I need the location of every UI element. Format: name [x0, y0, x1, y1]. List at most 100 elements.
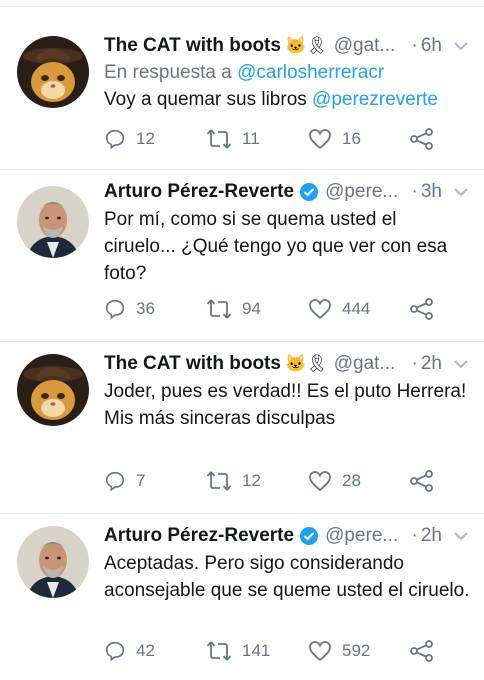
- share-button[interactable]: [410, 470, 484, 492]
- author-name[interactable]: Arturo Pérez-Reverte: [104, 181, 294, 203]
- name-emoji: 🐱🎗: [284, 354, 328, 373]
- retweet-icon: [206, 299, 232, 319]
- reply-icon: [105, 299, 125, 320]
- retweet-count: 12: [242, 471, 261, 490]
- like-count: 28: [342, 471, 361, 490]
- tweet-actions: 7 12 28: [104, 470, 484, 492]
- share-icon: [410, 128, 433, 150]
- reply-count: 7: [136, 471, 146, 490]
- avatar[interactable]: [17, 354, 89, 426]
- verified-badge-icon: [300, 527, 319, 545]
- share-icon: [410, 640, 433, 662]
- retweet-icon: [206, 471, 232, 491]
- reply-icon: [105, 641, 125, 662]
- timestamp[interactable]: 3h: [421, 181, 442, 203]
- retweet-icon: [206, 129, 232, 149]
- share-button[interactable]: [410, 298, 484, 320]
- retweet-count: 11: [242, 129, 260, 148]
- reply-icon: [105, 129, 125, 150]
- author-name[interactable]: The CAT with boots: [104, 35, 281, 57]
- retweet-button[interactable]: 12: [206, 470, 308, 492]
- top-divider: [0, 0, 484, 7]
- mention-link[interactable]: @perezreverte: [312, 89, 438, 110]
- retweet-button[interactable]: 94: [206, 298, 308, 320]
- tweet-4[interactable]: Arturo Pérez-Reverte @pere... · 2h Acept…: [0, 514, 484, 680]
- author-handle[interactable]: @pere...: [325, 181, 408, 203]
- like-button[interactable]: 592: [308, 640, 410, 662]
- retweet-button[interactable]: 141: [206, 640, 308, 662]
- author-handle[interactable]: @gat...: [334, 353, 409, 375]
- retweet-count: 141: [242, 641, 271, 660]
- tweet-header: The CAT with boots 🐱🎗 @gat... · 6h: [104, 32, 470, 60]
- like-button[interactable]: 28: [308, 470, 410, 492]
- heart-icon: [309, 471, 331, 492]
- chevron-down-icon[interactable]: [452, 527, 470, 545]
- separator-dot: ·: [411, 181, 418, 202]
- reply-button[interactable]: 36: [104, 298, 206, 320]
- name-emoji: 🐱🎗: [284, 36, 328, 55]
- tweet-text: Aceptadas. Pero sigo considerando aconse…: [104, 553, 470, 601]
- avatar[interactable]: [17, 526, 89, 598]
- separator-dot: ·: [411, 353, 418, 374]
- heart-icon: [309, 641, 331, 662]
- tweet-text: Voy a quemar sus libros @perezreverte: [104, 86, 470, 113]
- tweet-text-main: Voy a quemar sus libros: [104, 89, 307, 110]
- author-handle[interactable]: @pere...: [325, 525, 408, 547]
- timestamp[interactable]: 2h: [421, 525, 442, 547]
- share-icon: [410, 470, 433, 492]
- tweet-2[interactable]: Arturo Pérez-Reverte @pere... · 3h Por m…: [0, 170, 484, 342]
- like-button[interactable]: 16: [308, 128, 410, 150]
- tweet-content: Arturo Pérez-Reverte @pere... · 2h Acept…: [104, 522, 470, 604]
- tweet-header: The CAT with boots 🐱🎗 @gat... · 2h: [104, 350, 470, 378]
- tweet-1[interactable]: The CAT with boots 🐱🎗 @gat... · 6h En re…: [0, 18, 484, 170]
- chevron-down-icon[interactable]: [452, 183, 470, 201]
- reply-button[interactable]: 7: [104, 470, 206, 492]
- like-count: 16: [342, 129, 361, 148]
- heart-icon: [309, 299, 331, 320]
- tweet-actions: 42 141 592: [104, 640, 484, 662]
- like-button[interactable]: 444: [308, 298, 410, 320]
- verified-badge-icon: [300, 183, 319, 201]
- tweet-header: Arturo Pérez-Reverte @pere... · 3h: [104, 178, 470, 206]
- tweet-text: Por mí, como si se quema usted el ciruel…: [104, 209, 448, 284]
- like-count: 592: [342, 641, 371, 660]
- tweet-text-line-1: Joder, pues es verdad!! Es el puto Herre…: [104, 381, 467, 402]
- reply-prefix: En respuesta a: [104, 62, 232, 83]
- avatar[interactable]: [17, 36, 89, 108]
- share-icon: [410, 298, 433, 320]
- heart-icon: [309, 129, 331, 150]
- reply-count: 42: [136, 641, 155, 660]
- avatar[interactable]: [17, 186, 89, 258]
- reply-count: 36: [136, 299, 155, 318]
- author-handle[interactable]: @gat...: [334, 35, 409, 57]
- tweet-actions: 36 94 444: [104, 298, 484, 320]
- author-name[interactable]: Arturo Pérez-Reverte: [104, 525, 294, 547]
- timestamp[interactable]: 6h: [421, 35, 442, 57]
- tweet-content: The CAT with boots 🐱🎗 @gat... · 6h En re…: [104, 32, 470, 113]
- tweet-text-line-2: Mis más sinceras disculpas: [104, 408, 336, 429]
- author-name[interactable]: The CAT with boots: [104, 353, 281, 375]
- retweet-button[interactable]: 11: [206, 128, 308, 150]
- separator-dot: ·: [411, 35, 418, 56]
- reply-icon: [105, 471, 125, 492]
- reply-count: 12: [136, 129, 155, 148]
- timestamp[interactable]: 2h: [421, 353, 442, 375]
- tweet-actions: 12 11 16: [104, 128, 484, 150]
- separator-dot: ·: [411, 525, 418, 546]
- chevron-down-icon[interactable]: [452, 355, 470, 373]
- reply-to-line: En respuesta a @carlosherreracr: [104, 60, 470, 86]
- share-button[interactable]: [410, 640, 484, 662]
- retweet-icon: [206, 641, 232, 661]
- tweet-header: Arturo Pérez-Reverte @pere... · 2h: [104, 522, 470, 550]
- tweet-content: Arturo Pérez-Reverte @pere... · 3h Por m…: [104, 178, 470, 287]
- share-button[interactable]: [410, 128, 484, 150]
- retweet-count: 94: [242, 299, 261, 318]
- chevron-down-icon[interactable]: [452, 37, 470, 55]
- reply-mention-link[interactable]: @carlosherreracr: [237, 62, 384, 83]
- tweet-3[interactable]: The CAT with boots 🐱🎗 @gat... · 2h Joder…: [0, 342, 484, 514]
- reply-button[interactable]: 42: [104, 640, 206, 662]
- tweet-text: Joder, pues es verdad!! Es el puto Herre…: [104, 378, 470, 432]
- like-count: 444: [342, 299, 371, 318]
- reply-button[interactable]: 12: [104, 128, 206, 150]
- tweet-content: The CAT with boots 🐱🎗 @gat... · 2h Joder…: [104, 350, 470, 432]
